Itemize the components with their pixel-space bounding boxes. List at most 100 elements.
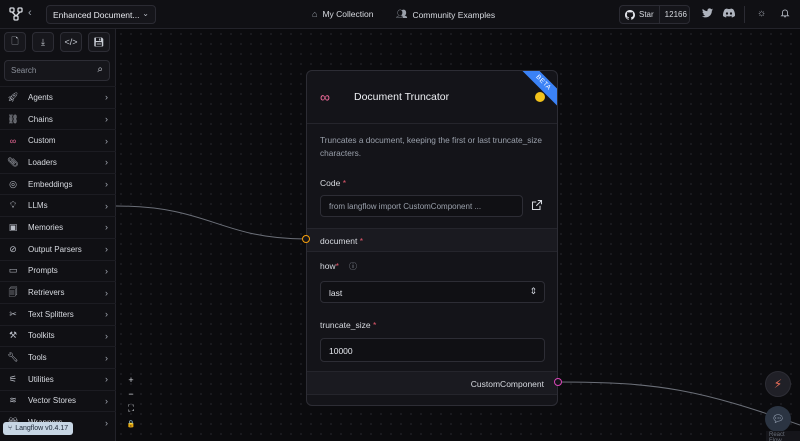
- chevron-right-icon: ›: [105, 222, 108, 233]
- status-indicator[interactable]: [535, 92, 545, 102]
- bolt-icon: ⚡︎: [773, 377, 783, 391]
- chevron-right-icon: ›: [105, 157, 108, 168]
- sidebar-item-toolkits[interactable]: ⚒︎ Toolkits ›: [0, 324, 116, 347]
- component-category-list: 🚀︎ Agents › ⛓︎ Chains › ∞ Custom › 📎︎ Loaders › …: [0, 86, 116, 433]
- sidebar-item-loaders[interactable]: 📎︎ Loaders ›: [0, 151, 116, 173]
- nav-community-examples-label: Community Examples: [412, 9, 496, 20]
- react-flow-attribution[interactable]: React Flow: [766, 431, 800, 441]
- node-header[interactable]: ∞ Document Truncator BETA: [307, 71, 557, 123]
- version-badge: ⑂ Langflow v0.4.17: [3, 422, 74, 435]
- document-input-row: document *: [307, 228, 557, 252]
- truncate-size-input[interactable]: 10000: [320, 338, 545, 362]
- sidebar-item-label: Tools: [28, 353, 47, 363]
- sidebar-item-label: Embeddings: [28, 179, 73, 189]
- file-download-icon: ⤓: [41, 36, 45, 47]
- sidebar-item-agents[interactable]: 🚀︎ Agents ›: [0, 86, 116, 108]
- code-field-label: Code *: [320, 178, 346, 188]
- sidebar-item-label: Chains: [28, 114, 53, 124]
- beta-badge: BETA: [518, 71, 557, 108]
- chevron-right-icon: ›: [105, 395, 108, 406]
- github-star-label: Star: [639, 10, 654, 19]
- code-button[interactable]: </>: [60, 32, 82, 52]
- zoom-in-button[interactable]: +: [124, 373, 138, 386]
- output-handle[interactable]: [554, 378, 562, 386]
- sidebar-item-prompts[interactable]: ▭ Prompts ›: [0, 259, 116, 282]
- github-star-part: Star: [620, 6, 660, 23]
- link-icon: ⛓︎: [7, 113, 19, 124]
- plus-icon: +: [128, 374, 134, 385]
- how-select[interactable]: last ⇕: [320, 281, 545, 303]
- nav-my-collection[interactable]: ⌂ My Collection: [312, 9, 373, 19]
- output-label: CustomComponent: [470, 379, 544, 389]
- langflow-logo-icon[interactable]: [8, 6, 24, 22]
- nav-community-examples[interactable]: 👥︎ Community Examples: [396, 9, 495, 20]
- document-truncator-node[interactable]: ∞ Document Truncator BETA Truncates a do…: [306, 70, 558, 406]
- chevron-right-icon: ›: [105, 92, 108, 103]
- sidebar-item-label: Memories: [28, 222, 64, 232]
- chevron-right-icon: ›: [105, 330, 108, 341]
- search-icon: ⌕: [97, 64, 103, 75]
- sidebar-item-embeddings[interactable]: ◎ Embeddings ›: [0, 172, 116, 195]
- fit-view-button[interactable]: ⛶: [124, 402, 138, 415]
- back-chevron-icon[interactable]: ‹: [28, 7, 32, 19]
- sidebar-item-llms[interactable]: 💡︎ LLMs ›: [0, 194, 116, 216]
- infinity-icon: ∞: [320, 89, 330, 105]
- version-text: Langflow v0.4.17: [15, 425, 69, 432]
- sidebar-item-label: Vector Stores: [28, 396, 77, 406]
- github-star-button[interactable]: Star 12166: [619, 5, 690, 24]
- chat-button[interactable]: 💬︎: [765, 406, 791, 432]
- discord-icon[interactable]: [723, 8, 736, 21]
- chevron-right-icon: ›: [105, 417, 108, 428]
- nav-my-collection-label: My Collection: [322, 9, 374, 19]
- sidebar-item-label: Retrievers: [28, 288, 65, 298]
- github-icon: [625, 9, 635, 20]
- save-button[interactable]: 💾︎: [88, 32, 110, 52]
- minus-icon: −: [128, 388, 134, 399]
- code-icon: </>: [64, 37, 78, 47]
- lock-icon: 🔒: [126, 420, 136, 428]
- sidebar-toolbar: 🗋 ⤓ </> 💾︎: [4, 32, 110, 52]
- sidebar: 🗋 ⤓ </> 💾︎ Search ⌕ 🚀︎ Agents › ⛓︎ Chains › …: [0, 29, 116, 441]
- info-icon[interactable]: ⓘ: [349, 261, 357, 272]
- import-file-button[interactable]: 🗋: [4, 32, 26, 52]
- sidebar-item-retrievers[interactable]: 🗐 Retrievers ›: [0, 281, 116, 303]
- chevron-right-icon: ›: [105, 135, 108, 146]
- infinity-icon: ∞: [9, 135, 17, 146]
- package-icon: ⚒︎: [8, 330, 18, 341]
- chevron-up-down-icon: ⇕: [529, 286, 537, 296]
- document-input-handle[interactable]: [302, 235, 310, 243]
- flow-name-text: Enhanced Document...: [53, 10, 140, 20]
- sidebar-item-memories[interactable]: ▣ Memories ›: [0, 216, 116, 238]
- sidebar-item-tools[interactable]: 🔧︎ Tools ›: [0, 346, 116, 368]
- sun-icon[interactable]: ☼: [757, 8, 766, 19]
- required-mark: *: [359, 236, 364, 246]
- file-search-icon: 🗐: [8, 286, 18, 297]
- bell-icon[interactable]: [780, 8, 790, 21]
- sidebar-item-chains[interactable]: ⛓︎ Chains ›: [0, 107, 116, 130]
- search-input[interactable]: Search ⌕: [4, 60, 110, 81]
- external-link-icon[interactable]: [531, 199, 543, 214]
- fingerprint-icon: ◎: [9, 178, 17, 189]
- sidebar-item-vector-stores[interactable]: ≋ Vector Stores ›: [0, 389, 116, 412]
- bolt-action-button[interactable]: ⚡︎: [765, 371, 791, 397]
- sidebar-item-label: Utilities: [28, 374, 54, 384]
- users-icon: 👥︎: [396, 9, 408, 19]
- sidebar-item-text-splitters[interactable]: ✂︎ Text Splitters ›: [0, 302, 116, 325]
- sidebar-item-output-parsers[interactable]: ⊘ Output Parsers ›: [0, 237, 116, 260]
- chevron-right-icon: ›: [105, 374, 108, 385]
- required-mark: *: [335, 261, 339, 271]
- twitter-icon[interactable]: [702, 8, 713, 21]
- document-field-label: document *: [320, 236, 363, 246]
- zoom-out-button[interactable]: −: [124, 387, 138, 400]
- sidebar-item-label: Loaders: [28, 157, 57, 167]
- github-star-count: 12166: [664, 10, 687, 19]
- code-input[interactable]: from langflow import CustomComponent ...: [320, 195, 523, 217]
- top-bar: ‹ Enhanced Document... ⌄ ⌂ My Collection…: [0, 0, 800, 29]
- export-file-button[interactable]: ⤓: [32, 32, 54, 52]
- chevron-right-icon: ›: [105, 200, 108, 211]
- how-selected-value: last: [329, 288, 343, 298]
- sidebar-item-utilities[interactable]: ⚟ Utilities ›: [0, 367, 116, 390]
- sidebar-item-custom[interactable]: ∞ Custom ›: [0, 129, 116, 151]
- flow-name-dropdown[interactable]: Enhanced Document... ⌄: [46, 5, 156, 24]
- lock-button[interactable]: 🔒: [124, 417, 138, 430]
